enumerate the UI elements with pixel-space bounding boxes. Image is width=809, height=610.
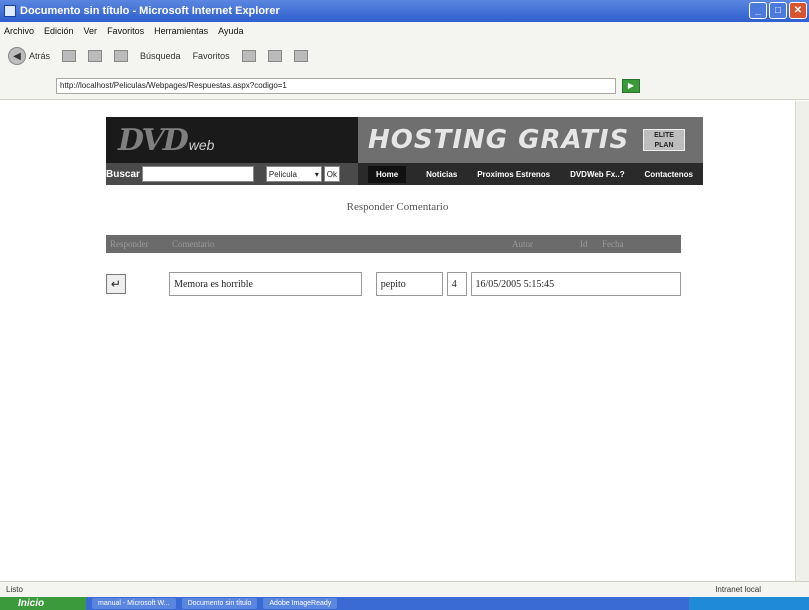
site-logo[interactable]: DVD web [106,117,358,163]
date-cell: 16/05/2005 5:15:45 [470,272,682,296]
mail-icon[interactable] [267,50,282,62]
menu-bar: Archivo Edición Ver Favoritos Herramient… [0,22,809,40]
minimize-button[interactable]: _ [749,2,767,19]
window-titlebar: Documento sin título - Microsoft Interne… [0,0,809,22]
main-nav: Home Noticias Proximos Estrenos DVDWeb F… [358,163,703,185]
close-button[interactable]: ✕ [789,2,807,19]
stop-icon[interactable] [62,50,77,62]
nav-contactenos[interactable]: Contactenos [645,170,693,179]
plan-badge: ELITE PLAN [643,129,685,151]
ie-icon [4,5,16,17]
column-header-fecha: Fecha [602,239,624,249]
address-input[interactable]: http://localhost/Peliculas/Webpages/Resp… [56,77,616,94]
vertical-scrollbar[interactable] [795,101,809,581]
refresh-icon[interactable] [88,50,103,62]
column-header-autor: Autor [512,239,533,249]
nav-home[interactable]: Home [367,165,407,183]
maximize-button[interactable]: □ [769,2,787,19]
back-button[interactable]: ◀ Atrás [8,47,50,65]
security-zone: Intranet local [715,585,761,594]
hosting-banner[interactable]: HOSTING GRATIS ELITE PLAN [358,117,703,163]
go-button[interactable]: ▶ [622,78,640,93]
table-row: ↵ Memora es horrible pepito 4 16/05/2005… [106,271,682,297]
status-text: Listo [6,585,23,594]
menu-edicion[interactable]: Edición [44,26,74,36]
back-arrow-icon: ◀ [8,47,26,65]
nav-proximos-estrenos[interactable]: Proximos Estrenos [477,170,550,179]
back-label: Atrás [29,51,51,61]
menu-archivo[interactable]: Archivo [4,26,34,36]
banner-text: HOSTING GRATIS [368,125,630,155]
window-controls: _ □ ✕ [749,2,807,19]
search-input[interactable] [141,166,254,182]
logo-sub-text: web [188,137,215,153]
home-icon[interactable] [114,50,129,62]
address-bar: http://localhost/Peliculas/Webpages/Resp… [0,72,809,100]
logo-main-text: DVD [118,122,189,158]
taskbar-item-ie[interactable]: Documento sin título [181,598,258,609]
search-label: Búsqueda [140,51,181,61]
print-icon[interactable] [293,50,308,62]
history-icon[interactable] [241,50,256,62]
nav-dvdweb-fx[interactable]: DVDWeb Fx..? [570,170,625,179]
menu-ver[interactable]: Ver [84,26,98,36]
start-button[interactable]: Inicio [0,597,86,610]
search-ok-button[interactable]: Ok [323,166,340,182]
category-select-value: Pelicula [268,169,297,179]
menu-herramientas[interactable]: Herramientas [154,26,208,36]
page-title: Responder Comentario [346,201,449,213]
nav-row: Buscar Pelicula ▾ Ok Home Noticias Proxi… [106,163,703,185]
toolbar: ◀ Atrás Búsqueda Favoritos [0,40,809,72]
chevron-down-icon: ▾ [314,169,319,179]
taskbar: Inicio manual - Microsoft W... Documento… [0,597,809,610]
table-header: Responder Comentario Autor Id Fecha [106,235,681,253]
author-cell: pepito [375,272,443,296]
menu-favoritos[interactable]: Favoritos [107,26,144,36]
column-header-comentario: Comentario [172,239,215,249]
taskbar-item-imageready[interactable]: Adobe ImageReady [263,598,338,609]
window-title: Documento sin título - Microsoft Interne… [20,5,280,17]
page-content: DVD web HOSTING GRATIS ELITE PLAN Buscar… [0,101,795,581]
search-button[interactable]: Búsqueda [140,51,181,61]
favorites-button[interactable]: Favoritos [193,51,230,61]
search-label: Buscar [106,168,140,180]
taskbar-item-word[interactable]: manual - Microsoft W... [92,598,176,609]
nav-noticias[interactable]: Noticias [426,170,457,179]
menu-ayuda[interactable]: Ayuda [218,26,243,36]
comment-cell: Memora es horrible [169,272,362,296]
id-cell: 4 [446,272,467,296]
site-header: DVD web HOSTING GRATIS ELITE PLAN Buscar… [106,117,703,185]
column-header-responder: Responder [110,239,149,249]
favorites-label: Favoritos [192,51,230,61]
search-area: Buscar Pelicula ▾ Ok [106,163,358,185]
status-bar: Listo Intranet local [0,581,809,597]
column-header-id: Id [580,239,588,249]
system-tray [689,597,809,610]
category-select[interactable]: Pelicula ▾ [265,166,322,182]
reply-icon[interactable]: ↵ [106,274,126,294]
